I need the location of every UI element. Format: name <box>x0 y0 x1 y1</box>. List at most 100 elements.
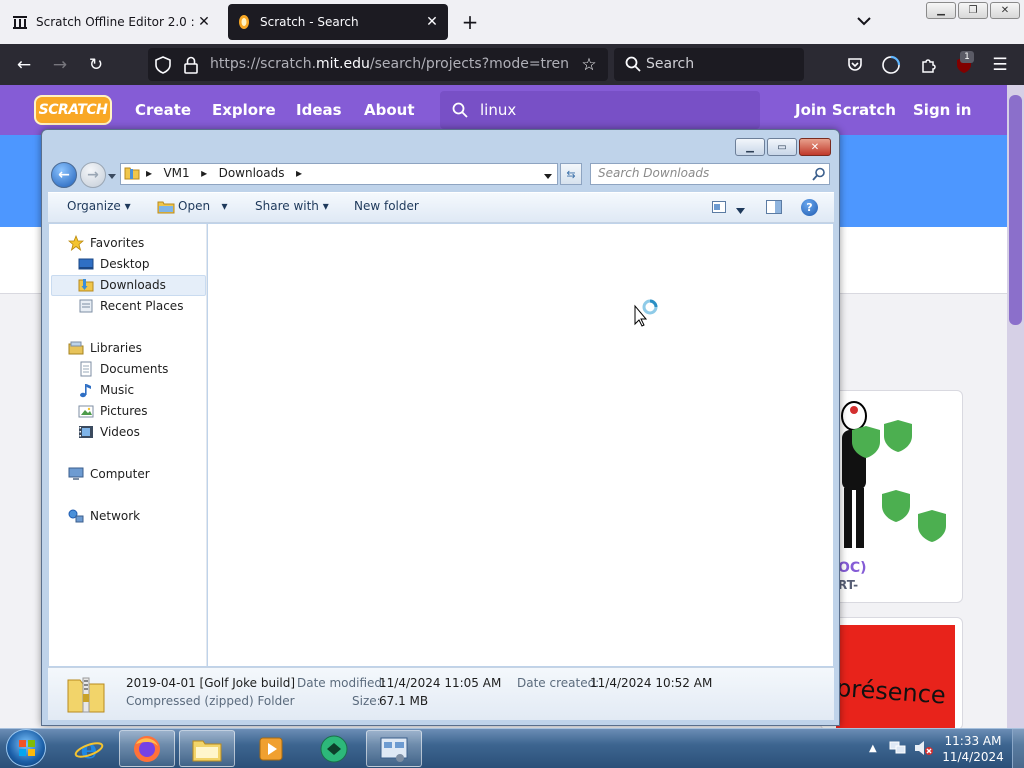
back-arrow-icon[interactable]: ← <box>11 52 37 78</box>
change-view-icon[interactable] <box>712 201 726 216</box>
start-button[interactable] <box>6 729 46 767</box>
nav-libraries[interactable]: Libraries <box>68 338 142 358</box>
network-tray-icon[interactable] <box>889 740 907 759</box>
bookmark-star-icon[interactable]: ☆ <box>576 52 602 78</box>
desktop-icon <box>78 256 94 272</box>
nav-label: Libraries <box>90 341 142 355</box>
extensions-puzzle-icon[interactable] <box>915 52 941 78</box>
organize-label: Organize <box>67 199 121 213</box>
tab-close-icon[interactable]: ✕ <box>196 14 212 30</box>
explorer-maximize-button[interactable]: ▭ <box>767 138 797 156</box>
hamburger-menu-icon[interactable]: ☰ <box>987 52 1013 78</box>
taskbar-media-player[interactable] <box>243 730 299 767</box>
project-thumbnail-image[interactable] <box>836 398 956 556</box>
browser-restore-button[interactable]: ❐ <box>958 2 988 19</box>
share-with-label: Share with <box>255 199 319 213</box>
organize-menu-button[interactable]: Organize ▾ <box>67 199 131 213</box>
breadcrumb[interactable]: ▸ VM1 ▸ Downloads ▸ <box>146 166 302 180</box>
nav-ideas-link[interactable]: Ideas <box>296 101 342 119</box>
nav-create-link[interactable]: Create <box>135 101 191 119</box>
open-menu-button[interactable]: Open ▾ <box>178 199 228 213</box>
page-scrollbar-thumb[interactable] <box>1009 95 1022 325</box>
join-scratch-link[interactable]: Join Scratch <box>795 101 896 119</box>
show-desktop-button[interactable] <box>1012 729 1024 768</box>
date-modified-label: Date modified: <box>297 676 387 690</box>
tab-title: Scratch - Search <box>260 15 359 29</box>
nav-label: Recent Places <box>100 299 184 313</box>
tab-close-icon[interactable]: ✕ <box>424 14 440 30</box>
preview-pane-icon[interactable] <box>766 200 782 217</box>
search-icon[interactable] <box>812 167 826 184</box>
nav-music[interactable]: Music <box>78 380 134 400</box>
show-hidden-icons-chevron[interactable]: ▲ <box>869 743 877 754</box>
url-domain: mit.edu <box>316 56 370 72</box>
control-panel-icon <box>380 737 408 762</box>
refresh-button[interactable]: ⇆ <box>560 163 582 185</box>
pocket-icon[interactable] <box>842 52 868 78</box>
volume-muted-icon[interactable] <box>914 740 934 759</box>
nav-pictures[interactable]: Pictures <box>78 401 148 421</box>
open-with-icon <box>157 200 175 217</box>
explorer-close-button[interactable]: ✕ <box>799 138 831 156</box>
forward-arrow-icon[interactable]: → <box>47 52 73 78</box>
scratch-search-value: linux <box>480 101 517 119</box>
nav-documents[interactable]: Documents <box>78 359 168 379</box>
nav-downloads[interactable]: Downloads <box>78 275 166 295</box>
list-all-tabs-chevron-icon[interactable] <box>852 12 876 32</box>
explorer-folder-icon <box>192 740 222 761</box>
tab-scratch-offline-editor[interactable]: Scratch Offline Editor 2.0 : scratc ✕ <box>4 4 220 40</box>
file-list-pane[interactable] <box>208 224 833 666</box>
nav-computer[interactable]: Computer <box>68 464 150 484</box>
breadcrumb-downloads[interactable]: Downloads <box>219 166 285 180</box>
taskbar-windows-explorer[interactable] <box>179 730 235 767</box>
new-tab-plus-icon[interactable]: + <box>458 10 482 34</box>
tab-scratch-search[interactable]: Scratch - Search ✕ <box>228 4 448 40</box>
url-prefix: https://scratch. <box>210 56 317 72</box>
sign-in-link[interactable]: Sign in <box>913 101 971 119</box>
pictures-icon <box>78 403 94 419</box>
browser-search-placeholder: Search <box>646 56 695 72</box>
account-sync-icon[interactable] <box>878 52 904 78</box>
share-with-menu-button[interactable]: Share with ▾ <box>255 199 329 213</box>
new-folder-button[interactable]: New folder <box>354 199 419 213</box>
view-options-chevron-icon[interactable] <box>736 204 745 218</box>
reload-icon[interactable]: ↻ <box>83 52 109 78</box>
browser-minimize-button[interactable]: ▁ <box>926 2 956 19</box>
nav-network[interactable]: Network <box>68 506 140 526</box>
breadcrumb-vm1[interactable]: VM1 <box>163 166 189 180</box>
libraries-icon <box>68 340 84 356</box>
nav-label: Computer <box>90 467 150 481</box>
nav-label: Network <box>90 509 141 523</box>
recent-pages-chevron-icon[interactable] <box>107 170 117 184</box>
taskbar-app-green[interactable] <box>306 730 362 767</box>
nav-explore-link[interactable]: Explore <box>212 101 276 119</box>
scratch-logo[interactable]: SCRATCH <box>34 95 112 125</box>
lock-icon[interactable] <box>178 52 204 78</box>
folder-icon <box>124 166 140 183</box>
back-button[interactable]: ← <box>51 162 77 188</box>
nav-about-link[interactable]: About <box>364 101 415 119</box>
nav-favorites[interactable]: Favorites <box>67 233 144 253</box>
nav-videos[interactable]: Videos <box>78 422 140 442</box>
explorer-minimize-button[interactable]: ▁ <box>735 138 765 156</box>
forward-button[interactable]: → <box>80 162 106 188</box>
help-icon[interactable]: ? <box>801 199 818 216</box>
nav-desktop[interactable]: Desktop <box>78 254 150 274</box>
browser-close-button[interactable]: ✕ <box>990 2 1020 19</box>
nav-recent-places[interactable]: Recent Places <box>78 296 183 316</box>
taskbar-control-panel[interactable] <box>366 730 422 767</box>
taskbar-firefox[interactable] <box>119 730 175 767</box>
clock-date: 11/4/2024 <box>942 750 1004 764</box>
firefox-icon <box>134 735 160 762</box>
selected-file-type: Compressed (zipped) Folder <box>126 694 295 708</box>
tab-title: Scratch Offline Editor 2.0 : scratc <box>36 15 196 29</box>
taskbar-internet-explorer[interactable]: e <box>61 730 117 767</box>
project-author[interactable]: RT- <box>838 578 858 592</box>
system-clock[interactable]: 11:33 AM 11/4/2024 <box>940 733 1006 765</box>
project-title[interactable]: OC) <box>838 560 867 576</box>
address-history-chevron-icon[interactable] <box>543 170 553 184</box>
url-text[interactable]: https://scratch.mit.edu/search/projects?… <box>210 56 568 74</box>
nav-label: Music <box>100 383 135 397</box>
tracking-shield-icon[interactable] <box>150 52 176 78</box>
internet-explorer-icon: e <box>74 735 104 764</box>
